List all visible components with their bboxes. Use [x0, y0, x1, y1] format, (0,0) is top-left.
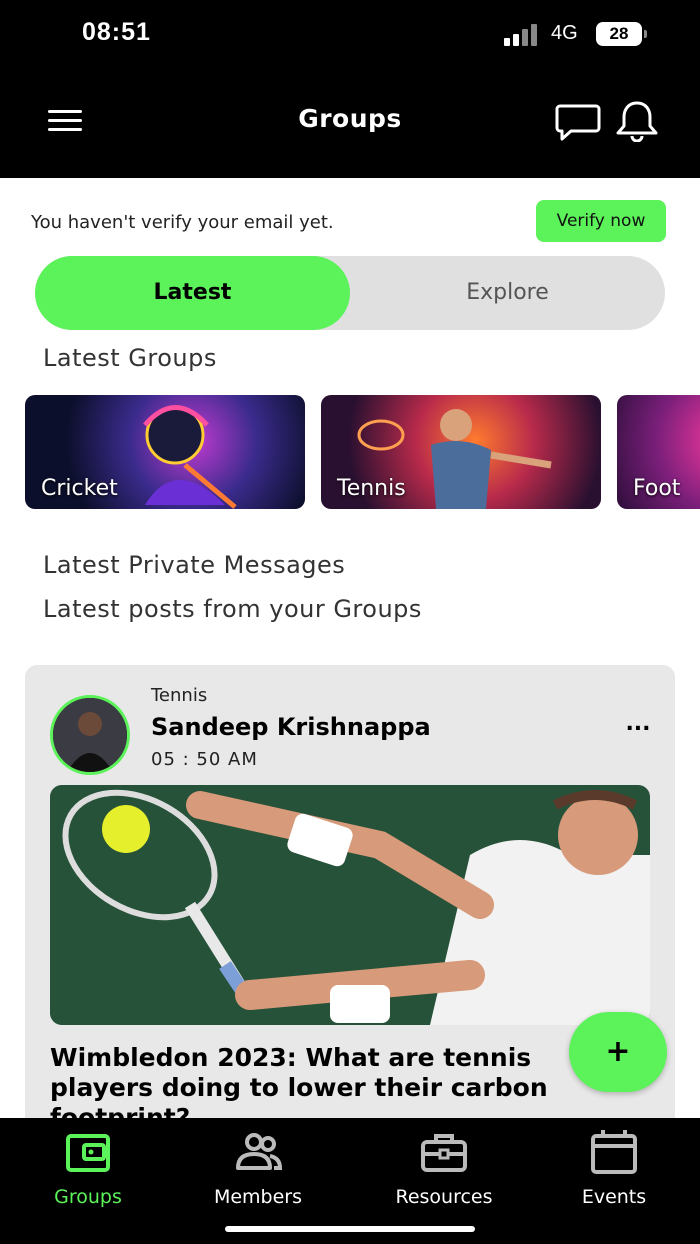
status-bar: 08:51 4G 28	[0, 0, 700, 70]
more-options-icon[interactable]: ...	[625, 713, 651, 741]
latest-explore-toggle: Latest Explore	[35, 256, 665, 330]
group-name: Cricket	[41, 476, 118, 501]
group-card-cricket[interactable]: Cricket	[25, 395, 305, 509]
home-indicator	[225, 1226, 475, 1232]
battery-icon: 28	[596, 22, 647, 46]
wallet-icon	[66, 1134, 110, 1172]
post-image[interactable]	[50, 785, 650, 1025]
tab-latest[interactable]: Latest	[35, 256, 350, 330]
latest-private-messages-heading: Latest Private Messages	[43, 551, 346, 579]
nav-label: Groups	[54, 1186, 122, 1208]
network-type: 4G	[551, 22, 578, 44]
post-group-name: Tennis	[151, 685, 208, 706]
app-header: Groups	[0, 70, 700, 178]
latest-posts-heading: Latest posts from your Groups	[43, 595, 422, 623]
group-name: Foot	[633, 476, 681, 501]
group-card-football[interactable]: Foot	[617, 395, 700, 509]
nav-item-events[interactable]: Events	[560, 1128, 668, 1212]
verify-email-message: You haven't verify your email yet.	[31, 212, 334, 233]
create-post-button[interactable]: +	[569, 1012, 667, 1092]
nav-item-resources[interactable]: Resources	[380, 1128, 508, 1212]
group-card-tennis[interactable]: Tennis	[321, 395, 601, 509]
post-timestamp: 05 : 50 AM	[151, 749, 258, 770]
group-name: Tennis	[337, 476, 406, 501]
post-headline[interactable]: Wimbledon 2023: What are tennis players …	[50, 1043, 630, 1118]
tab-explore[interactable]: Explore	[350, 256, 665, 330]
verify-now-button[interactable]: Verify now	[536, 200, 666, 242]
status-time: 08:51	[82, 18, 151, 46]
chat-bubble-icon[interactable]	[555, 102, 601, 142]
nav-label: Resources	[395, 1186, 493, 1208]
nav-label: Members	[213, 1186, 303, 1208]
bell-icon[interactable]	[614, 100, 660, 143]
latest-groups-heading: Latest Groups	[43, 344, 217, 372]
briefcase-icon	[421, 1134, 467, 1172]
nav-item-members[interactable]: Members	[198, 1128, 318, 1212]
main-content: You haven't verify your email yet. Verif…	[0, 178, 700, 1118]
battery-level: 28	[609, 24, 629, 43]
post-author[interactable]: Sandeep Krishnappa	[151, 713, 431, 741]
groups-carousel[interactable]: Cricket Tennis Foot	[25, 395, 700, 511]
signal-icon	[504, 24, 540, 46]
nav-label: Events	[581, 1186, 647, 1208]
calendar-icon	[591, 1130, 637, 1174]
people-icon	[236, 1133, 283, 1170]
nav-item-groups[interactable]: Groups	[28, 1128, 148, 1212]
avatar[interactable]	[50, 695, 130, 775]
